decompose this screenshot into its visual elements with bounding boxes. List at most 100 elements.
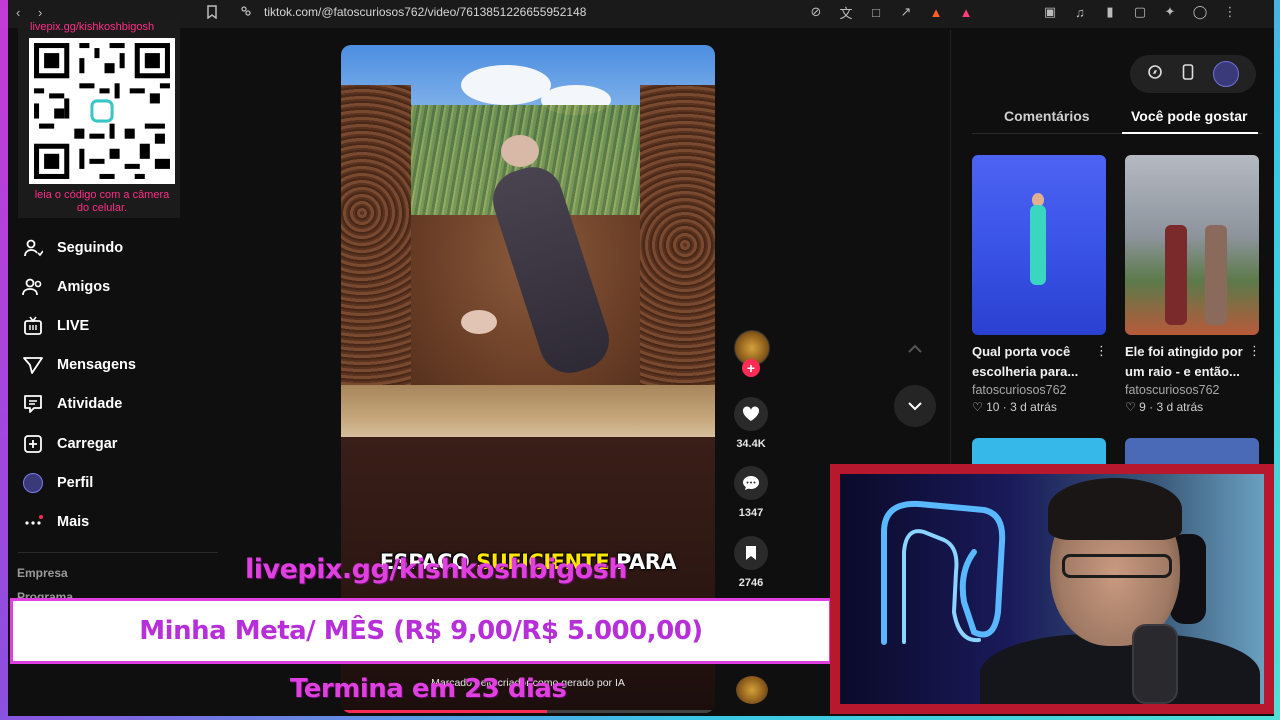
goal-ends-overlay: Termina em 23 dias bbox=[290, 674, 567, 704]
extensions-icon[interactable]: ✦ bbox=[1162, 4, 1178, 20]
sidebar-item-carregar[interactable]: Carregar bbox=[22, 424, 222, 463]
streamer-hair bbox=[1048, 478, 1182, 540]
sidebar-item-label: Seguindo bbox=[57, 239, 124, 256]
brave-shield-icon[interactable]: ▲ bbox=[928, 4, 944, 20]
sidebar-toggle-icon[interactable]: ▮ bbox=[1102, 4, 1118, 20]
qr-handle-text: livepix.gg/kishkoshbigosh bbox=[30, 21, 155, 33]
phone-icon[interactable] bbox=[1182, 63, 1194, 85]
video-soil-wall-left bbox=[341, 85, 411, 405]
sidebar-item-label: Carregar bbox=[57, 435, 118, 452]
chevron-down-icon bbox=[908, 402, 922, 411]
goal-text: Minha Meta/ MÊS (R$ 9,00/R$ 5.000,00) bbox=[139, 616, 703, 646]
save-action: 2746 bbox=[732, 536, 770, 589]
sidebar-item-mensagens[interactable]: Mensagens bbox=[22, 346, 222, 385]
bookmark-icon bbox=[746, 546, 756, 560]
more-options-icon[interactable]: ⋮ bbox=[1095, 343, 1108, 359]
chevron-up-icon bbox=[908, 344, 922, 353]
tab-voce-pode-gostar[interactable]: Você pode gostar bbox=[1131, 108, 1247, 124]
cast-icon[interactable]: □ bbox=[868, 4, 884, 20]
mute-icon[interactable]: ⊘ bbox=[808, 4, 824, 20]
comment-button[interactable] bbox=[734, 466, 768, 500]
like-count: 34.4K bbox=[736, 438, 766, 450]
video-soil-wall-right bbox=[640, 85, 715, 405]
video-thumbnail[interactable] bbox=[1125, 155, 1259, 335]
webcam-overlay bbox=[830, 464, 1274, 714]
video-dust bbox=[341, 385, 715, 440]
sidebar-item-label: Mensagens bbox=[57, 357, 136, 374]
sidebar-item-live[interactable]: LIVE bbox=[22, 306, 222, 345]
video-progress-bar[interactable] bbox=[341, 710, 715, 713]
comment-action: 1347 bbox=[732, 466, 770, 519]
activity-icon bbox=[22, 393, 44, 415]
send-icon bbox=[22, 354, 44, 376]
card-age: 3 d atrás bbox=[1010, 400, 1057, 414]
translate-icon[interactable]: 文 bbox=[838, 4, 854, 21]
card-likes: 9 bbox=[1139, 400, 1146, 414]
sidebar-item-seguindo[interactable]: Seguindo bbox=[22, 228, 222, 267]
webcam-feed bbox=[840, 474, 1264, 704]
qr-caption: leia o código com a câmera do celular. bbox=[34, 189, 170, 214]
previous-video-button[interactable] bbox=[894, 328, 936, 370]
save-button[interactable] bbox=[734, 536, 768, 570]
profile-avatar[interactable] bbox=[1212, 61, 1239, 87]
media-icon[interactable]: ♫ bbox=[1072, 4, 1088, 20]
site-settings-icon[interactable] bbox=[240, 5, 252, 20]
video-thumbnail[interactable] bbox=[972, 155, 1106, 335]
menu-icon[interactable]: ⋮ bbox=[1222, 4, 1238, 20]
video-hand bbox=[461, 310, 497, 334]
brave-rewards-icon[interactable]: ▲ bbox=[958, 4, 974, 20]
sidebar-divider bbox=[18, 552, 218, 553]
save-count: 2746 bbox=[738, 577, 764, 589]
suggested-video-card[interactable]: Qual porta você escolheria para... ⋮ fat… bbox=[972, 155, 1110, 414]
suggested-video-card[interactable]: Ele foi atingido por um raio - e então..… bbox=[1125, 155, 1263, 414]
card-title[interactable]: Qual porta você escolheria para... bbox=[972, 342, 1100, 382]
livepix-url-overlay: livepix.gg/kishkoshbigosh bbox=[245, 554, 628, 585]
person-follow-icon bbox=[22, 237, 44, 259]
upload-plus-icon bbox=[22, 433, 44, 455]
next-video-button[interactable] bbox=[894, 385, 936, 427]
card-likes: 10 bbox=[986, 400, 1000, 414]
heart-outline-icon: ♡ bbox=[1125, 400, 1136, 414]
screenshot-icon[interactable]: ▣ bbox=[1042, 4, 1058, 20]
panel-divider bbox=[950, 30, 951, 470]
card-author[interactable]: fatoscuriosos762 bbox=[1125, 383, 1263, 397]
sound-disc-icon[interactable] bbox=[736, 676, 768, 704]
goal-bar-overlay: Minha Meta/ MÊS (R$ 9,00/R$ 5.000,00) bbox=[10, 598, 832, 664]
address-bar[interactable]: tiktok.com/@fatoscuriosos762/video/76138… bbox=[264, 5, 586, 19]
cloud bbox=[461, 65, 551, 105]
sidebar-item-label: LIVE bbox=[57, 317, 90, 334]
avatar bbox=[22, 472, 44, 494]
more-options-icon[interactable]: ⋮ bbox=[1248, 343, 1261, 359]
share-icon[interactable]: ↗ bbox=[898, 4, 914, 20]
compass-icon[interactable] bbox=[1147, 64, 1163, 85]
footer-link-empresa[interactable]: Empresa bbox=[17, 566, 68, 580]
friends-icon bbox=[22, 276, 44, 298]
bookmark-icon[interactable] bbox=[206, 5, 218, 22]
card-meta: ♡ 10 · 3 d atrás bbox=[972, 400, 1057, 414]
follow-plus-icon[interactable]: + bbox=[742, 359, 760, 377]
sidebar-item-label: Mais bbox=[57, 513, 90, 530]
qr-code-overlay: livepix.gg/kishkoshbigosh leia o código bbox=[18, 18, 180, 218]
heart-icon bbox=[742, 406, 760, 421]
thumbnail-figure bbox=[1205, 225, 1227, 325]
video-hand bbox=[501, 135, 539, 167]
sidebar-nav: Seguindo Amigos LIVE Mensagens Atividade bbox=[22, 228, 222, 542]
bookmarks-icon[interactable]: ▢ bbox=[1132, 4, 1148, 20]
sidebar-item-perfil[interactable]: Perfil bbox=[22, 463, 222, 502]
card-meta: ♡ 9 · 3 d atrás bbox=[1125, 400, 1204, 414]
like-button[interactable] bbox=[734, 397, 768, 431]
streamer-glasses bbox=[1062, 554, 1172, 578]
tab-comentarios[interactable]: Comentários bbox=[1004, 108, 1090, 124]
sidebar-item-amigos[interactable]: Amigos bbox=[22, 267, 222, 306]
card-title[interactable]: Ele foi atingido por um raio - e então..… bbox=[1125, 342, 1253, 382]
vpn-shield-icon[interactable]: ◯ bbox=[1192, 4, 1208, 20]
comment-count: 1347 bbox=[738, 507, 764, 519]
sidebar-item-mais[interactable]: Mais bbox=[22, 502, 222, 541]
card-author[interactable]: fatoscuriosos762 bbox=[972, 383, 1110, 397]
heart-outline-icon: ♡ bbox=[972, 400, 983, 414]
sidebar-item-atividade[interactable]: Atividade bbox=[22, 385, 222, 424]
thumbnail-figure bbox=[1165, 225, 1187, 325]
like-action: 34.4K bbox=[732, 397, 770, 450]
microphone bbox=[1132, 624, 1178, 704]
